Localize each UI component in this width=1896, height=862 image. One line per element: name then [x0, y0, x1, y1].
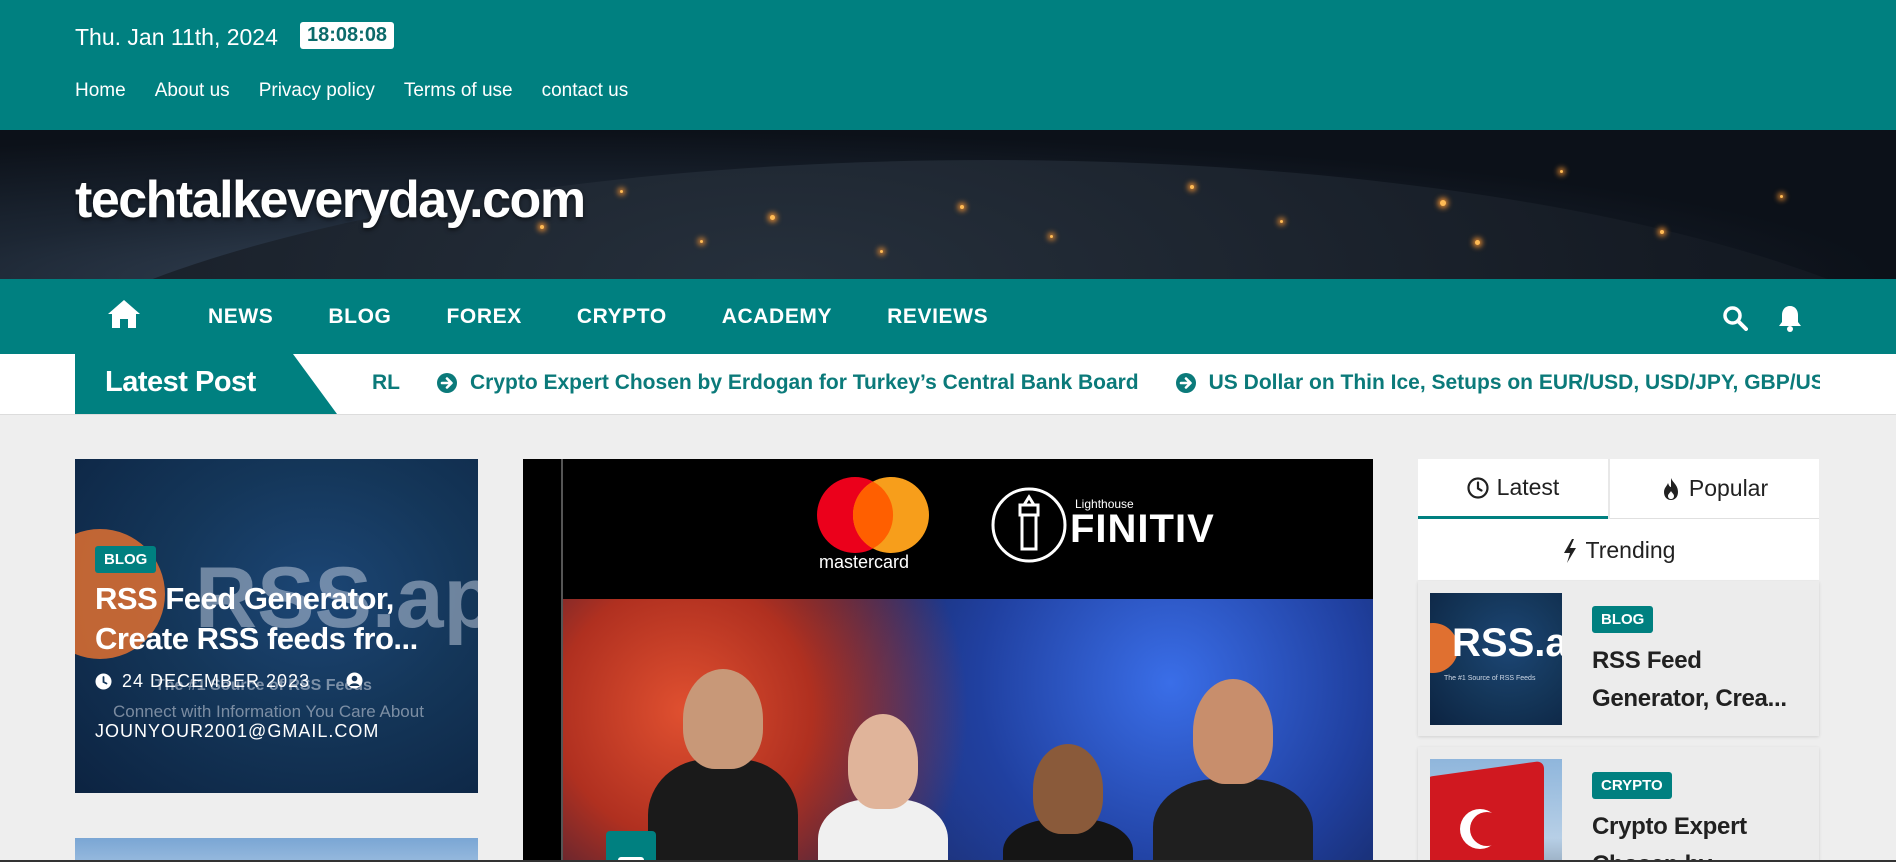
ticker-item-text: Crypto Expert Chosen by Erdogan for Turk…	[470, 371, 1139, 394]
category-badge[interactable]: BLOG	[95, 546, 157, 573]
tab-latest[interactable]: Latest	[1418, 459, 1608, 519]
ticker-item[interactable]: RL	[372, 371, 400, 395]
tab-trending[interactable]: Trending	[1418, 521, 1819, 580]
ticker-label: Latest Post	[75, 354, 337, 414]
ticker-item-text: RL	[372, 371, 400, 394]
ticker-items: RL Crypto Expert Chosen by Erdogan for T…	[372, 371, 1820, 395]
post-title[interactable]: RSS Feed Generator, Crea...	[1592, 642, 1807, 718]
ticker-label-text: Latest Post	[105, 366, 256, 398]
current-date: Thu. Jan 11th, 2024	[75, 24, 278, 50]
post-thumbnail[interactable]	[1430, 759, 1562, 862]
top-link-home[interactable]: Home	[75, 80, 126, 102]
person-head	[1193, 679, 1273, 784]
nav-item-forex[interactable]: FOREX	[446, 305, 521, 329]
post-date: 24 DECEMBER 2023	[95, 671, 310, 692]
main-nav: NEWS BLOG FOREX CRYPTO ACADEMY REVIEWS	[0, 279, 1896, 354]
header-banner: techtalkeveryday.com	[0, 130, 1896, 279]
post-thumbnail[interactable]: RSS.ap The #1 Source of RSS Feeds	[1430, 593, 1562, 725]
site-title[interactable]: techtalkeveryday.com	[75, 170, 586, 230]
latest-post-ticker: Latest Post RL Crypto Expert Chosen by E…	[0, 354, 1896, 415]
city-light	[1190, 185, 1194, 189]
post-date-text: 24 DECEMBER 2023	[122, 671, 311, 691]
lighthouse-logo	[991, 487, 1067, 563]
category-badge[interactable]: CRYPTO	[1592, 772, 1672, 799]
nav-item-crypto[interactable]: CRYPTO	[577, 305, 667, 329]
nav-item-news[interactable]: NEWS	[208, 305, 273, 329]
category-badge[interactable]: BLOG	[1592, 606, 1654, 633]
city-light	[1050, 235, 1053, 238]
tab-popular[interactable]: Popular	[1610, 459, 1819, 519]
ticker-track: RL Crypto Expert Chosen by Erdogan for T…	[340, 354, 1820, 414]
top-bar: Thu. Jan 11th, 2024 18:08:08 Home About …	[0, 0, 1896, 130]
top-link-terms[interactable]: Terms of use	[404, 80, 513, 102]
arrow-circle-right-icon	[1175, 373, 1196, 393]
sidebar-post[interactable]: CRYPTO Crypto Expert Chosen by...	[1418, 747, 1819, 862]
city-light	[1560, 170, 1563, 173]
person-head	[1033, 744, 1103, 834]
ticker-item[interactable]: US Dollar on Thin Ice, Setups on EUR/USD…	[1175, 371, 1820, 395]
city-light	[1475, 240, 1480, 245]
search-icon[interactable]	[1722, 305, 1748, 331]
city-light	[700, 240, 703, 243]
flag-crescent-cut	[1470, 812, 1504, 846]
top-link-contact[interactable]: contact us	[542, 80, 629, 102]
city-light	[770, 215, 775, 220]
person-head	[683, 669, 763, 769]
post-author[interactable]: JOUNYOUR2001@GMAIL.COM	[95, 721, 379, 742]
mastercard-wordmark: mastercard	[819, 552, 910, 572]
post-title[interactable]: RSS Feed Generator, Create RSS feeds fro…	[95, 579, 465, 659]
featured-post-card[interactable]: RSS.app The #1 Source of RSS Feeds Conne…	[75, 459, 478, 793]
nav-menu: NEWS BLOG FOREX CRYPTO ACADEMY REVIEWS	[208, 279, 1043, 354]
thumb-text: RSS.ap	[1452, 621, 1562, 665]
current-time: 18:08:08	[300, 22, 395, 49]
thumb-subtext: The #1 Source of RSS Feeds	[1444, 675, 1536, 682]
top-links: Home About us Privacy policy Terms of us…	[75, 80, 628, 102]
ticker-item[interactable]: Crypto Expert Chosen by Erdogan for Turk…	[436, 371, 1139, 395]
city-light	[880, 250, 883, 253]
event-photo	[563, 599, 1373, 862]
top-link-about[interactable]: About us	[155, 80, 230, 102]
featured-image[interactable]: mastercard Lighthouse FINITIV	[523, 459, 1373, 862]
nav-item-reviews[interactable]: REVIEWS	[887, 305, 988, 329]
tab-label: Popular	[1688, 475, 1769, 501]
clock-icon	[95, 673, 112, 690]
person-head	[848, 714, 918, 809]
arrow-circle-right-icon	[437, 373, 457, 393]
person-body	[1153, 779, 1313, 862]
bolt-icon	[1563, 538, 1576, 563]
city-light	[1440, 200, 1446, 206]
nav-item-academy[interactable]: ACADEMY	[722, 305, 832, 329]
city-light	[1660, 230, 1664, 234]
bell-icon[interactable]	[1777, 304, 1803, 332]
person-body	[648, 759, 798, 862]
city-light	[620, 190, 623, 193]
camera-button[interactable]	[606, 831, 656, 862]
card-image-subtext: Connect with Information You Care About	[113, 702, 424, 721]
fire-icon	[1663, 477, 1678, 500]
nav-item-blog[interactable]: BLOG	[328, 305, 391, 329]
home-icon[interactable]	[106, 298, 142, 330]
city-light	[1280, 220, 1283, 223]
tab-label: Latest	[1496, 474, 1560, 500]
sidebar-tabs: Latest Popular Trending	[1418, 459, 1819, 580]
sidebar-post[interactable]: RSS.ap The #1 Source of RSS Feeds BLOG R…	[1418, 581, 1819, 736]
ticker-item-text: US Dollar on Thin Ice, Setups on EUR/USD…	[1208, 371, 1820, 394]
post-card-image[interactable]	[75, 838, 478, 862]
user-icon	[346, 672, 363, 689]
tab-label: Trending	[1585, 537, 1676, 563]
camera-icon	[618, 857, 644, 862]
city-light	[1780, 195, 1783, 198]
finitiv-wordmark: FINITIV	[1070, 507, 1215, 551]
post-title[interactable]: Crypto Expert Chosen by...	[1592, 808, 1807, 862]
top-link-privacy[interactable]: Privacy policy	[259, 80, 375, 102]
clock-icon	[1467, 476, 1489, 499]
city-light	[960, 205, 964, 209]
